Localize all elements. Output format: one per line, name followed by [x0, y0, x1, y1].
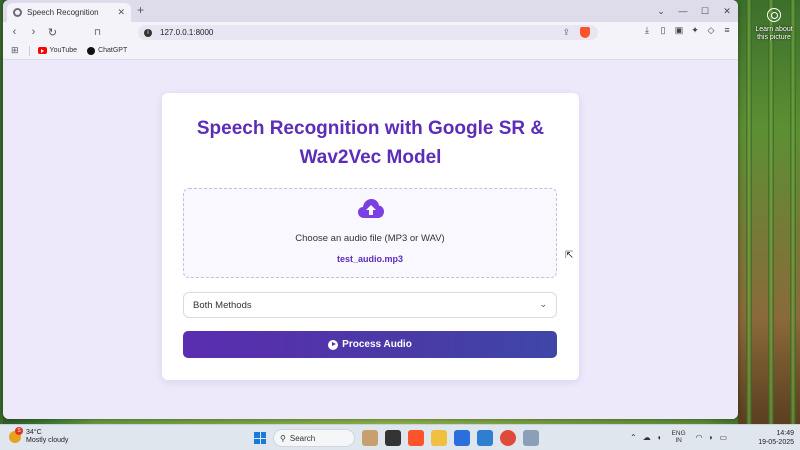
url-text: 127.0.0.1:8000: [160, 28, 214, 37]
page-viewport: Speech Recognition with Google SR & Wav2…: [3, 60, 738, 419]
reload-button[interactable]: ↻: [45, 26, 60, 39]
weather-icon: S: [9, 427, 23, 443]
process-audio-label: Process Audio: [342, 339, 412, 350]
selected-file-name: test_audio.mp3: [336, 254, 403, 264]
file-upload-dropzone[interactable]: Choose an audio file (MP3 or WAV) test_a…: [183, 188, 557, 278]
tab-speech-recognition[interactable]: Speech Recognition ✕: [7, 3, 131, 22]
vscode-app-icon[interactable]: [477, 430, 493, 446]
browser-window: Speech Recognition ✕ + ⌄ — ☐ ✕ ‹ › ↻ ⊓ i…: [3, 0, 738, 419]
weather-widget[interactable]: S 34°C Mostly cloudy: [9, 427, 69, 445]
tab-search-icon[interactable]: ⌄: [650, 0, 672, 22]
site-info-icon[interactable]: i: [144, 28, 152, 37]
terminal-app-icon[interactable]: [385, 430, 401, 446]
language-indicator[interactable]: ENG IN: [672, 430, 686, 444]
file-explorer-icon[interactable]: [431, 430, 447, 446]
chatgpt-icon: [87, 46, 96, 55]
taskbar-search-label: Search: [289, 433, 316, 443]
notification-badge: S: [15, 427, 23, 435]
volume-icon[interactable]: ◖: [657, 433, 662, 442]
bookmark-label: YouTube: [49, 47, 78, 54]
browser-toolbar: ‹ › ↻ ⊓ i 127.0.0.1:8000 ⇪ ⤓ ▯ ▣ ✦ ◇ ≡: [3, 22, 738, 42]
cloud-icon[interactable]: ☁: [643, 433, 651, 442]
chevron-up-icon[interactable]: ⌃: [630, 433, 637, 442]
clock-time: 14:49: [776, 430, 794, 437]
process-audio-button[interactable]: Process Audio: [183, 331, 557, 358]
new-tab-button[interactable]: +: [137, 3, 144, 17]
clock[interactable]: 14:49 19-05-2025: [758, 429, 794, 447]
forward-button[interactable]: ›: [26, 26, 41, 38]
address-bar[interactable]: i 127.0.0.1:8000 ⇪: [138, 25, 598, 40]
toolbar-actions: ⤓ ▯ ▣ ✦ ◇ ≡: [642, 25, 732, 36]
weather-desc: Mostly cloudy: [26, 437, 69, 444]
cloud-upload-icon: [358, 199, 384, 218]
wifi-icon[interactable]: ◠: [696, 433, 703, 442]
sidebar-icon[interactable]: ▯: [658, 25, 668, 36]
desktop-background-right: [738, 0, 800, 424]
main-card: Speech Recognition with Google SR & Wav2…: [162, 93, 579, 380]
language-code: ENG: [671, 430, 686, 437]
taskbar-search[interactable]: ⚲ Search: [273, 429, 355, 447]
play-circle-icon: [328, 339, 339, 350]
globe-icon: [13, 8, 22, 17]
speaker-icon[interactable]: ◗: [709, 433, 714, 442]
store-app-icon[interactable]: [454, 430, 470, 446]
brave-shields-icon[interactable]: [580, 27, 590, 38]
brave-app-icon[interactable]: [408, 430, 424, 446]
leo-ai-icon[interactable]: ✦: [690, 25, 700, 36]
method-select-value: Both Methods: [193, 299, 252, 311]
learn-about-picture[interactable]: Learn about this picture: [752, 6, 796, 42]
close-window-button[interactable]: ✕: [716, 0, 738, 22]
chevron-down-icon: ⌄: [539, 299, 547, 309]
taskbar: S 34°C Mostly cloudy ⚲ Search ⌃ ☁ ◖ ENG …: [0, 424, 800, 450]
bookmarks-separator: [28, 45, 30, 56]
learn-about-picture-label: Learn about this picture: [755, 26, 793, 41]
bookmarks-bar: ⊞ YouTube ChatGPT: [3, 42, 738, 60]
back-button[interactable]: ‹: [7, 26, 22, 38]
widgets-app-icon[interactable]: [362, 430, 378, 446]
tab-bar: Speech Recognition ✕ + ⌄ — ☐ ✕: [3, 0, 738, 22]
download-icon[interactable]: ⤓: [642, 25, 652, 36]
region-code: IN: [675, 437, 682, 444]
wallet-icon[interactable]: ▣: [674, 25, 684, 36]
window-controls: ⌄ — ☐ ✕: [650, 0, 738, 22]
search-icon: ⚲: [280, 433, 286, 443]
chrome-app-icon[interactable]: [500, 430, 516, 446]
battery-icon[interactable]: ▭: [719, 433, 727, 442]
mouse-cursor-icon: ⇱: [565, 250, 574, 261]
taskbar-apps: ⚲ Search: [254, 429, 539, 447]
method-select[interactable]: Both Methods ⌄: [183, 292, 557, 318]
bookmark-icon[interactable]: ⊓: [94, 27, 101, 38]
clock-date: 19-05-2025: [758, 439, 794, 446]
minimize-button[interactable]: —: [672, 0, 694, 22]
system-tray: ⌃ ☁ ◖ ENG IN ◠ ◗ ▭: [630, 430, 727, 444]
tab-title: Speech Recognition: [27, 8, 99, 17]
bookmark-youtube[interactable]: YouTube: [37, 47, 78, 54]
apps-grid-icon[interactable]: ⊞: [11, 45, 19, 56]
menu-icon[interactable]: ≡: [722, 25, 732, 36]
snipping-tool-icon[interactable]: [523, 430, 539, 446]
share-icon[interactable]: ⇪: [562, 27, 570, 38]
bookmark-label: ChatGPT: [98, 47, 128, 54]
weather-temp: 34°C: [26, 429, 42, 436]
bookmark-chatgpt[interactable]: ChatGPT: [87, 46, 128, 55]
close-tab-icon[interactable]: ✕: [117, 7, 125, 18]
vpn-icon[interactable]: ◇: [706, 25, 716, 36]
camera-icon: [767, 8, 781, 22]
windows-start-icon[interactable]: [254, 432, 266, 444]
maximize-button[interactable]: ☐: [694, 0, 716, 22]
youtube-icon: [37, 47, 47, 54]
upload-instruction: Choose an audio file (MP3 or WAV): [295, 233, 445, 244]
page-title: Speech Recognition with Google SR & Wav2…: [196, 118, 545, 168]
